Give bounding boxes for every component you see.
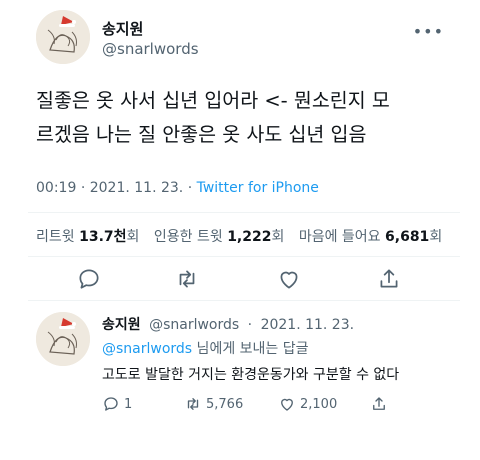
retweet-icon — [187, 398, 199, 410]
likes-unit: 회 — [429, 229, 443, 245]
more-horizontal-icon[interactable]: ••• — [413, 22, 444, 41]
replying-to: @snarlwords 님에게 보내는 답글 — [102, 338, 309, 358]
divider — [28, 300, 460, 301]
reply-icon[interactable] — [76, 266, 102, 292]
tweet-source-link[interactable]: Twitter for iPhone — [197, 180, 319, 196]
avatar-illustration — [36, 10, 90, 64]
tweet-meta: 00:19 · 2021. 11. 23. · Twitter for iPho… — [36, 180, 319, 196]
reply-share-button[interactable] — [370, 392, 392, 416]
quotes-label: 인용한 트윗 — [153, 229, 223, 245]
retweets-stat[interactable]: 리트윗 13.7천회 — [36, 229, 139, 245]
share-icon — [373, 397, 385, 410]
retweets-label: 리트윗 — [36, 229, 75, 245]
tweet-header: 송지원 @snarlwords ••• — [36, 10, 456, 70]
divider — [28, 212, 460, 213]
reply-header: 송지원 @snarlwords · 2021. 11. 23. — [102, 314, 354, 334]
tweet-stats: 리트윗 13.7천회 인용한 트윗 1,222회 마음에 들어요 6,681회 — [36, 226, 452, 246]
replying-mention-link[interactable]: @snarlwords — [102, 341, 192, 357]
quotes-unit: 회 — [271, 229, 285, 245]
reply-text: 고도로 발달한 거지는 환경운동가와 구분할 수 없다 — [102, 367, 400, 383]
retweets-unit: 회 — [126, 229, 140, 245]
handle[interactable]: @snarlwords — [102, 40, 199, 58]
avatar-illustration — [36, 312, 90, 366]
tweet-date[interactable]: 2021. 11. 23. — [90, 180, 184, 196]
meta-separator: · — [247, 317, 253, 333]
avatar[interactable] — [36, 312, 90, 366]
replying-suffix: 님에게 보내는 답글 — [192, 341, 309, 357]
reply-actions: 1 5,766 2,100 — [102, 392, 442, 416]
reply-count: 1 — [124, 396, 133, 412]
tweet-text-line: 르겠음 나는 질 안좋은 옷 사도 십년 입음 — [36, 123, 367, 146]
display-name[interactable]: 송지원 — [102, 18, 143, 39]
like-icon — [281, 398, 293, 411]
quotes-stat[interactable]: 인용한 트윗 1,222회 — [154, 229, 285, 245]
reply-reply-button[interactable]: 1 — [102, 392, 132, 416]
avatar[interactable] — [36, 10, 90, 64]
share-icon[interactable] — [376, 266, 402, 292]
like-count: 2,100 — [300, 396, 338, 412]
meta-separator: · — [80, 180, 86, 196]
reply-like-button[interactable]: 2,100 — [278, 392, 337, 416]
reply-date[interactable]: 2021. 11. 23. — [261, 317, 355, 333]
tweet-text: 질좋은 옷 사서 십년 입어라 <- 뭔소린지 모 르겠음 나는 질 안좋은 옷… — [36, 84, 456, 152]
tweet-time[interactable]: 00:19 — [36, 180, 76, 196]
retweet-icon[interactable] — [174, 266, 200, 292]
tweet-actions — [0, 262, 480, 298]
quotes-count: 1,222 — [227, 229, 272, 245]
retweets-count: 13.7천 — [79, 229, 127, 245]
reply-icon — [104, 397, 118, 411]
retweet-count: 5,766 — [206, 396, 244, 412]
likes-label: 마음에 들어요 — [298, 229, 381, 245]
reply-display-name[interactable]: 송지원 — [102, 317, 141, 333]
likes-count: 6,681 — [385, 229, 430, 245]
like-icon[interactable] — [276, 266, 302, 292]
reply-retweet-button[interactable]: 5,766 — [184, 392, 243, 416]
tweet-text-line: 질좋은 옷 사서 십년 입어라 <- 뭔소린지 모 — [36, 89, 390, 112]
meta-separator: · — [187, 180, 193, 196]
divider — [28, 256, 460, 257]
likes-stat[interactable]: 마음에 들어요 6,681회 — [299, 229, 442, 245]
reply-tweet[interactable]: 송지원 @snarlwords · 2021. 11. 23. @snarlwo… — [0, 312, 480, 422]
reply-handle[interactable]: @snarlwords — [149, 317, 239, 333]
